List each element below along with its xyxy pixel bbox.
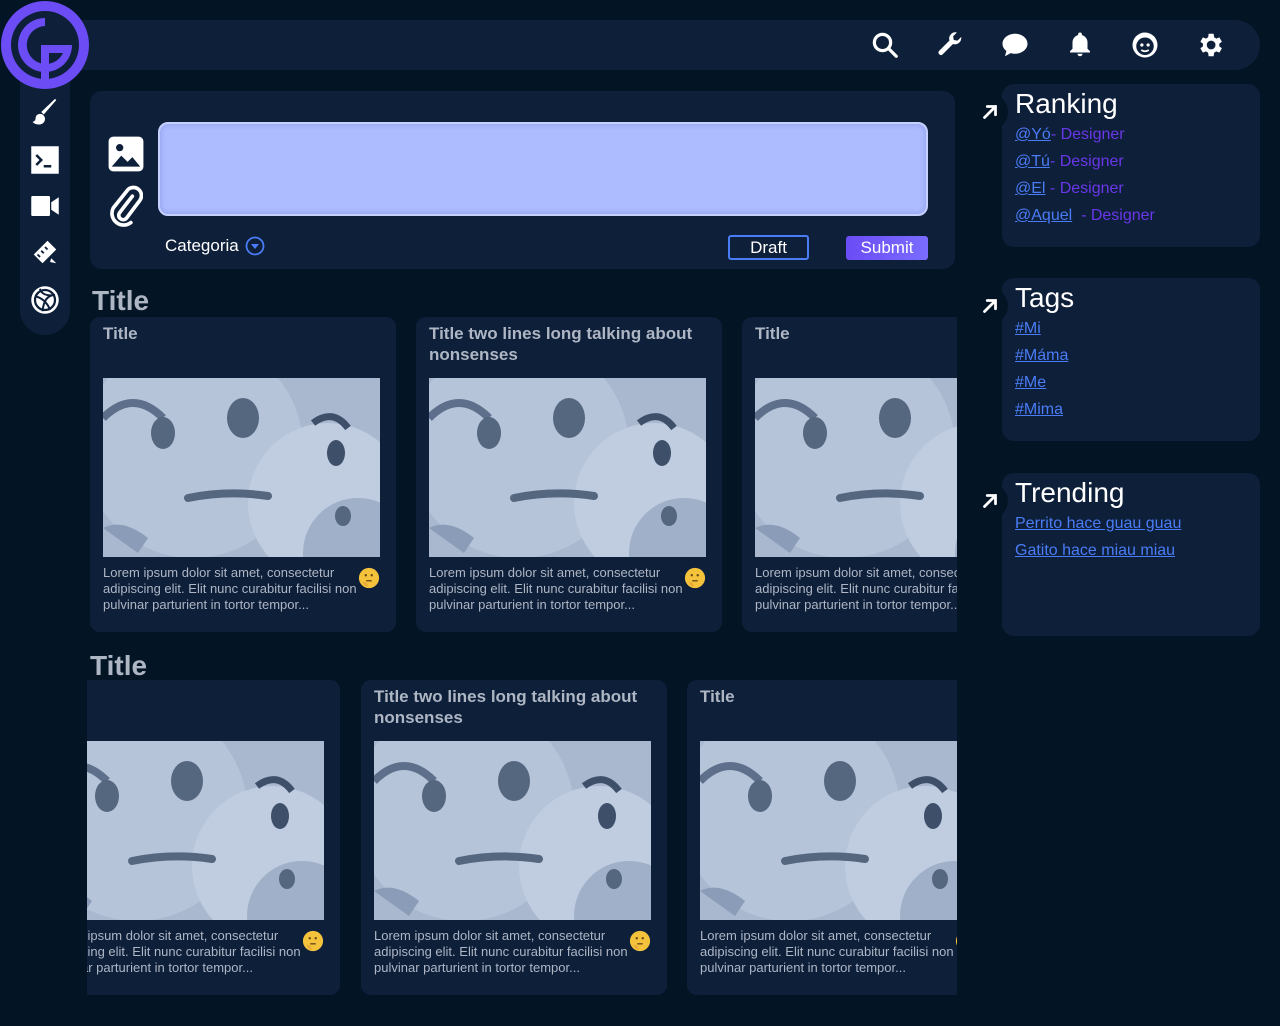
image-upload-icon[interactable] <box>107 135 145 173</box>
card-row: Title Lorem ipsum dolor sit amet, consect… <box>87 317 957 637</box>
trending-item: Gatito hace miau miau <box>1015 542 1181 569</box>
avatar-icon[interactable] <box>1112 20 1177 70</box>
video-icon[interactable] <box>20 186 70 226</box>
post-card[interactable]: Title Lorem ipsum dolor sit amet, consect… <box>742 317 957 632</box>
attach-icon[interactable] <box>107 183 144 227</box>
post-card[interactable]: Title two lines long talking about nonse… <box>416 317 722 632</box>
tag-link[interactable]: #Mi <box>1015 320 1041 337</box>
tag-item: #Mi <box>1015 320 1068 347</box>
tags-panel: Tags #Mi #Máma #Me #Mima <box>972 278 1260 441</box>
card-excerpt: Lorem ipsum dolor sit amet, consectetur … <box>103 565 357 612</box>
card-title: Title two lines long talking about nonse… <box>429 324 693 364</box>
post-text-input[interactable] <box>158 122 928 216</box>
card-excerpt: Lorem ipsum dolor sit amet, consectetur … <box>700 928 954 975</box>
trending-panel: Trending Perrito hace guau guau Gatito ha… <box>972 473 1260 636</box>
thinking-emoji-icon[interactable] <box>955 930 957 952</box>
trend-arrow-icon[interactable] <box>972 288 1008 324</box>
card-image <box>87 701 340 971</box>
search-icon[interactable] <box>852 20 917 70</box>
card-image <box>742 338 957 580</box>
top-toolbar <box>852 20 1242 70</box>
user-role: - Designer <box>1049 153 1124 170</box>
thinking-emoji-icon[interactable] <box>358 567 380 589</box>
draft-button[interactable]: Draft <box>728 235 809 260</box>
brush-icon[interactable] <box>20 92 70 132</box>
app-logo[interactable] <box>0 0 90 90</box>
card-excerpt: Lorem ipsum dolor sit amet, consectetur … <box>429 565 683 612</box>
ranking-item: @Aquel - Designer <box>1015 207 1155 234</box>
tag-link[interactable]: #Mima <box>1015 401 1063 418</box>
trending-link[interactable]: Gatito hace miau miau <box>1015 542 1175 559</box>
ruler-pencil-icon[interactable] <box>20 232 70 272</box>
card-title: Title <box>700 687 735 706</box>
card-excerpt: Lorem ipsum dolor sit amet, consectetur … <box>755 565 957 612</box>
section-title: Title <box>90 650 148 681</box>
post-card[interactable]: Title Lorem ipsum dolor sit amet, consect… <box>687 680 957 995</box>
card-excerpt: Lorem ipsum dolor sit amet, consectetur … <box>374 928 628 975</box>
top-bar <box>52 20 1260 70</box>
tag-item: #Mima <box>1015 401 1068 428</box>
card-title: Title <box>103 324 138 343</box>
ranking-list: @Yó- Designer @Tú- Designer @El - Designer… <box>1015 126 1155 234</box>
post-card[interactable]: Title two lines long talking about nonse… <box>361 680 667 995</box>
tags-list: #Mi #Máma #Me #Mima <box>1015 320 1068 428</box>
category-select[interactable]: Categoria <box>165 236 265 256</box>
settings-icon[interactable] <box>1177 20 1242 70</box>
card-title: Title two lines long talking about nonse… <box>374 687 638 727</box>
trending-list: Perrito hace guau guau Gatito hace miau m… <box>1015 515 1181 569</box>
user-link[interactable]: @Yó <box>1015 126 1051 143</box>
category-label: Categoria <box>165 236 239 255</box>
card-image <box>416 338 722 608</box>
left-rail <box>20 60 70 335</box>
user-role: - Designer <box>1050 126 1125 143</box>
ranking-title: Ranking <box>1015 88 1118 119</box>
user-link[interactable]: @Aquel <box>1015 207 1072 224</box>
user-role: - Designer <box>1072 207 1155 224</box>
trending-item: Perrito hace guau guau <box>1015 515 1181 542</box>
terminal-icon[interactable] <box>20 140 70 180</box>
post-card[interactable]: Lorem ipsum dolor sit amet, consectetur … <box>87 680 340 995</box>
card-excerpt: Lorem ipsum dolor sit amet, consectetur … <box>87 928 301 975</box>
user-link[interactable]: @Tú <box>1015 153 1050 170</box>
ranking-item: @Yó- Designer <box>1015 126 1155 153</box>
card-image <box>90 338 396 608</box>
ranking-panel: Ranking @Yó- Designer @Tú- Designer @El - … <box>972 84 1260 247</box>
tag-link[interactable]: #Máma <box>1015 347 1068 364</box>
post-card[interactable]: Title Lorem ipsum dolor sit amet, consect… <box>90 317 396 632</box>
trend-arrow-icon[interactable] <box>972 94 1008 130</box>
wrench-icon[interactable] <box>917 20 982 70</box>
chevron-down-icon <box>245 236 265 256</box>
ball-icon[interactable] <box>20 280 70 320</box>
tag-item: #Me <box>1015 374 1068 401</box>
thinking-emoji-icon[interactable] <box>629 930 651 952</box>
thinking-emoji-icon[interactable] <box>302 930 324 952</box>
card-image <box>687 701 957 971</box>
card-image <box>361 701 667 971</box>
trend-arrow-icon[interactable] <box>972 483 1008 519</box>
submit-button[interactable]: Submit <box>846 236 928 260</box>
chat-icon[interactable] <box>982 20 1047 70</box>
user-link[interactable]: @El <box>1015 180 1045 197</box>
card-row: Lorem ipsum dolor sit amet, consectetur … <box>87 680 957 1000</box>
tag-link[interactable]: #Me <box>1015 374 1046 391</box>
section-title: Title <box>92 285 150 316</box>
tags-title: Tags <box>1015 282 1075 313</box>
bell-icon[interactable] <box>1047 20 1112 70</box>
trending-title: Trending <box>1015 477 1125 508</box>
tag-item: #Máma <box>1015 347 1068 374</box>
user-role: - Designer <box>1045 180 1124 197</box>
ranking-item: @Tú- Designer <box>1015 153 1155 180</box>
post-composer: Categoria Draft Submit <box>90 91 955 269</box>
thinking-emoji-icon[interactable] <box>684 567 706 589</box>
ranking-item: @El - Designer <box>1015 180 1155 207</box>
card-title: Title <box>755 324 790 343</box>
trending-link[interactable]: Perrito hace guau guau <box>1015 515 1181 532</box>
